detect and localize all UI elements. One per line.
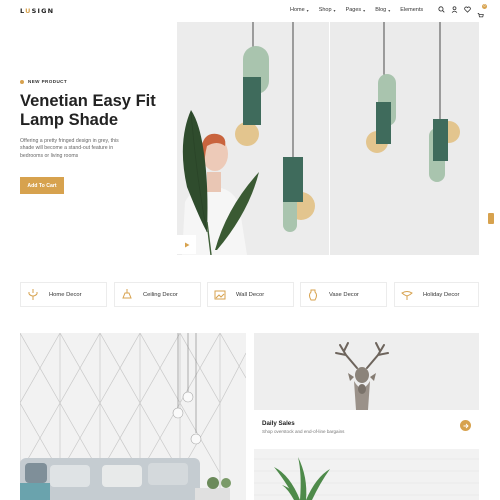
- daily-sales-subtitle: Shop overstock and end-of-line bargains: [262, 429, 345, 434]
- cart-icon[interactable]: 0: [477, 4, 487, 18]
- daily-sales-arrow-button[interactable]: [460, 420, 471, 431]
- woman-with-lamps-image: [177, 22, 329, 256]
- nav-blog[interactable]: Blog ▾: [375, 7, 390, 13]
- geometric-wall-image: [20, 333, 246, 500]
- chevron-down-icon: ▾: [306, 7, 309, 13]
- category-label: Home Decor: [49, 291, 82, 298]
- site-header: LUSIGN Home ▾ Shop ▾ Pages ▾ Blog ▾ Elements…: [0, 0, 500, 22]
- header-actions: 0: [438, 4, 487, 18]
- category-wall-decor[interactable]: Wall Decor: [207, 282, 294, 307]
- user-icon[interactable]: [451, 6, 458, 13]
- category-home-decor[interactable]: Home Decor: [20, 282, 107, 307]
- cart-count-badge: 0: [482, 4, 487, 9]
- nav-home-label: Home: [290, 7, 305, 13]
- daily-sales-title: Daily Sales: [262, 420, 295, 427]
- deer-head-image: [254, 333, 479, 410]
- play-icon: [184, 242, 189, 247]
- hero-image-left: [177, 22, 329, 256]
- play-video-button[interactable]: [177, 235, 196, 254]
- chevron-down-icon: ▾: [333, 7, 336, 13]
- nav-pages[interactable]: Pages ▾: [346, 7, 366, 13]
- chandelier-icon: [27, 288, 39, 301]
- arrow-right-icon: [463, 423, 469, 428]
- ceiling-lamp-icon: [121, 288, 133, 301]
- ornament-icon: [401, 289, 413, 301]
- site-logo[interactable]: LUSIGN: [20, 7, 54, 15]
- nav-elements-label: Elements: [400, 7, 424, 13]
- pendant-lamps-image: [330, 22, 479, 255]
- category-holiday-decor[interactable]: Holiday Decor: [394, 282, 479, 307]
- hero-description: Offering a pretty fringed design in grey…: [20, 138, 119, 159]
- nav-pages-label: Pages: [345, 7, 362, 13]
- succulent-plant-image: [254, 449, 479, 500]
- daily-sales-image[interactable]: [254, 333, 479, 410]
- nav-elements[interactable]: Elements: [400, 7, 423, 13]
- nav-shop[interactable]: Shop ▾: [319, 7, 336, 13]
- hero-title: Venetian Easy Fit Lamp Shade: [20, 92, 156, 129]
- heart-icon[interactable]: [464, 6, 471, 13]
- category-label: Holiday Decor: [423, 291, 460, 298]
- living-room-banner-image[interactable]: [20, 333, 246, 500]
- category-label: Wall Decor: [236, 291, 265, 298]
- nav-blog-label: Blog: [375, 7, 387, 13]
- chevron-down-icon: ▾: [388, 7, 391, 13]
- nav-home[interactable]: Home ▾: [290, 7, 309, 13]
- badge-text: NEW PRODUCT: [28, 79, 68, 84]
- main-nav: Home ▾ Shop ▾ Pages ▾ Blog ▾ Elements: [290, 7, 433, 13]
- search-icon[interactable]: [438, 6, 445, 13]
- category-label: Vase Decor: [329, 291, 359, 298]
- chevron-down-icon: ▾: [363, 7, 366, 13]
- wall-frame-icon: [214, 289, 226, 301]
- badge-dot: [20, 79, 24, 84]
- category-ceiling-decor[interactable]: Ceiling Decor: [114, 282, 201, 307]
- new-product-badge: NEW PRODUCT: [20, 79, 67, 84]
- add-to-cart-button[interactable]: Add To Cart: [20, 177, 64, 194]
- nav-shop-label: Shop: [318, 7, 332, 13]
- side-settings-tab[interactable]: [488, 213, 494, 224]
- plant-banner-image[interactable]: [254, 449, 479, 500]
- category-label: Ceiling Decor: [143, 291, 178, 298]
- vase-icon: [307, 289, 319, 301]
- category-vase-decor[interactable]: Vase Decor: [300, 282, 387, 307]
- hero-image-right: [330, 22, 479, 255]
- logo-text: SIGN: [31, 7, 55, 15]
